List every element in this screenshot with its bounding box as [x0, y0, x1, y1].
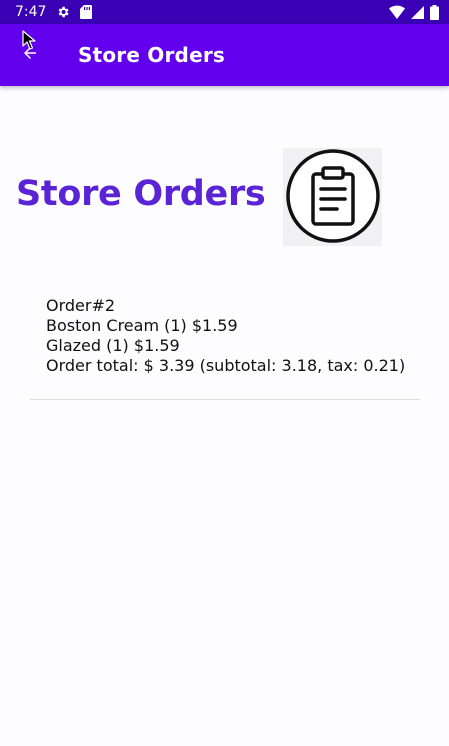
status-left: 7:47 — [15, 4, 93, 20]
app-bar-title: Store Orders — [78, 43, 226, 67]
clipboard-icon — [285, 147, 381, 248]
screen: 7:47 Store Orders Store Orders Order#2 B… — [0, 0, 449, 746]
status-time: 7:47 — [15, 4, 47, 20]
app-bar: Store Orders — [0, 24, 449, 86]
order-list-item[interactable]: Order#2 Boston Cream (1) $1.59 Glazed (1… — [30, 296, 420, 400]
order-line-item: Boston Cream (1) $1.59 — [46, 316, 238, 335]
status-right — [389, 4, 439, 20]
store-orders-logo — [283, 148, 382, 246]
order-number: Order#2 — [46, 296, 116, 315]
order-line-item: Glazed (1) $1.59 — [46, 336, 180, 355]
mouse-cursor-icon — [22, 30, 36, 55]
battery-icon — [430, 4, 439, 20]
signal-icon — [411, 5, 424, 19]
status-bar: 7:47 — [0, 0, 449, 24]
sd-card-icon — [80, 5, 93, 19]
page-heading: Store Orders — [16, 174, 266, 214]
order-total: Order total: $ 3.39 (subtotal: 3.18, tax… — [46, 356, 406, 375]
wifi-icon — [389, 5, 405, 19]
settings-icon — [56, 5, 70, 19]
